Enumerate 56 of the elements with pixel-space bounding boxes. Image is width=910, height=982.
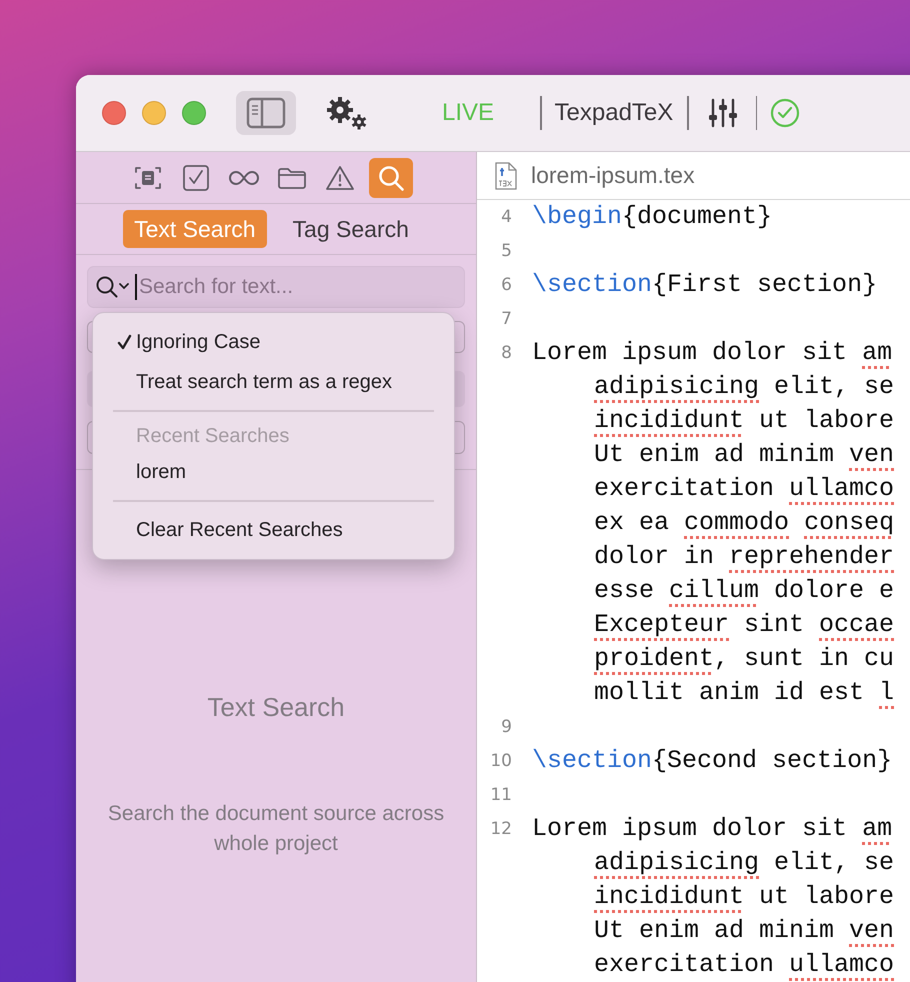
code-line: \begin{document}: [532, 201, 772, 233]
zoom-button[interactable]: [182, 101, 206, 125]
search-options-icon[interactable]: [94, 274, 132, 300]
sidebar-icon: [246, 97, 286, 129]
tex-file-icon: [495, 162, 517, 190]
empty-state-description: Search the document source across whole project: [106, 801, 446, 857]
line-number: 12: [489, 818, 512, 841]
checkbox-icon: [182, 164, 210, 192]
code-line: Ut enim ad minim ven: [593, 439, 894, 471]
code-line: incididunt ut labore: [593, 405, 894, 437]
code-line: \section{Second section}: [532, 745, 892, 777]
engine-label[interactable]: TexpadTeX: [554, 95, 674, 131]
code-line: dolor in reprehender: [593, 541, 894, 573]
menu-item[interactable]: Clear Recent Searches: [93, 510, 454, 550]
code-line: adipisicing elit, se: [593, 371, 894, 403]
text-cursor: [135, 274, 137, 300]
line-number: 8: [500, 342, 512, 365]
empty-state-title: Text Search: [207, 691, 345, 724]
line-number: 11: [489, 784, 512, 807]
check-circle-icon[interactable]: [770, 98, 800, 128]
menu-item[interactable]: lorem: [93, 452, 454, 492]
menu-item[interactable]: Treat search term as a regex: [93, 362, 454, 402]
code-line: proident, sunt in cu: [593, 643, 894, 675]
line-number: 5: [500, 240, 512, 263]
code-line: Ut enim ad minim ven: [593, 915, 894, 947]
code-line: \section{First section}: [532, 269, 878, 301]
line-number: 4: [500, 206, 512, 229]
code-line: exercitation ullamco: [593, 473, 894, 505]
folder-icon: [277, 166, 307, 190]
sidebar-toggle-button[interactable]: [236, 91, 296, 135]
code-line: Lorem ipsum dolor sit am: [532, 813, 894, 845]
code-line: incididunt ut labore: [593, 881, 894, 913]
code-line: exercitation ullamco: [593, 949, 894, 981]
sidebar-tab[interactable]: [369, 158, 413, 198]
code-line: ex ea commodo conseq: [593, 507, 894, 539]
search-field[interactable]: Search for text...: [87, 266, 465, 308]
line-number: 10: [489, 750, 512, 773]
menu-item[interactable]: Ignoring Case: [93, 322, 454, 362]
line-number: 7: [500, 308, 512, 331]
framed-document-icon: [134, 164, 162, 190]
warning-icon: [325, 164, 355, 190]
line-number: 6: [500, 274, 512, 297]
code-line: Lorem ipsum dolor sit am: [532, 337, 894, 369]
line-number: 9: [500, 716, 512, 739]
code-line: esse cillum dolore e: [593, 575, 894, 607]
infinity-icon: [229, 170, 259, 186]
close-button[interactable]: [102, 101, 126, 125]
search-input[interactable]: Search for text...: [139, 271, 458, 303]
file-name: lorem-ipsum.tex: [531, 161, 695, 190]
menu-section-header: Recent Searches: [135, 424, 290, 449]
sliders-icon[interactable]: [706, 97, 739, 129]
code-line: adipisicing elit, se: [593, 847, 894, 879]
search-mode-tab[interactable]: Tag Search: [292, 210, 409, 248]
search-icon: [377, 164, 405, 192]
code-line: Excepteur sint occae: [593, 609, 894, 641]
code-line: mollit anim id est l: [593, 677, 894, 709]
